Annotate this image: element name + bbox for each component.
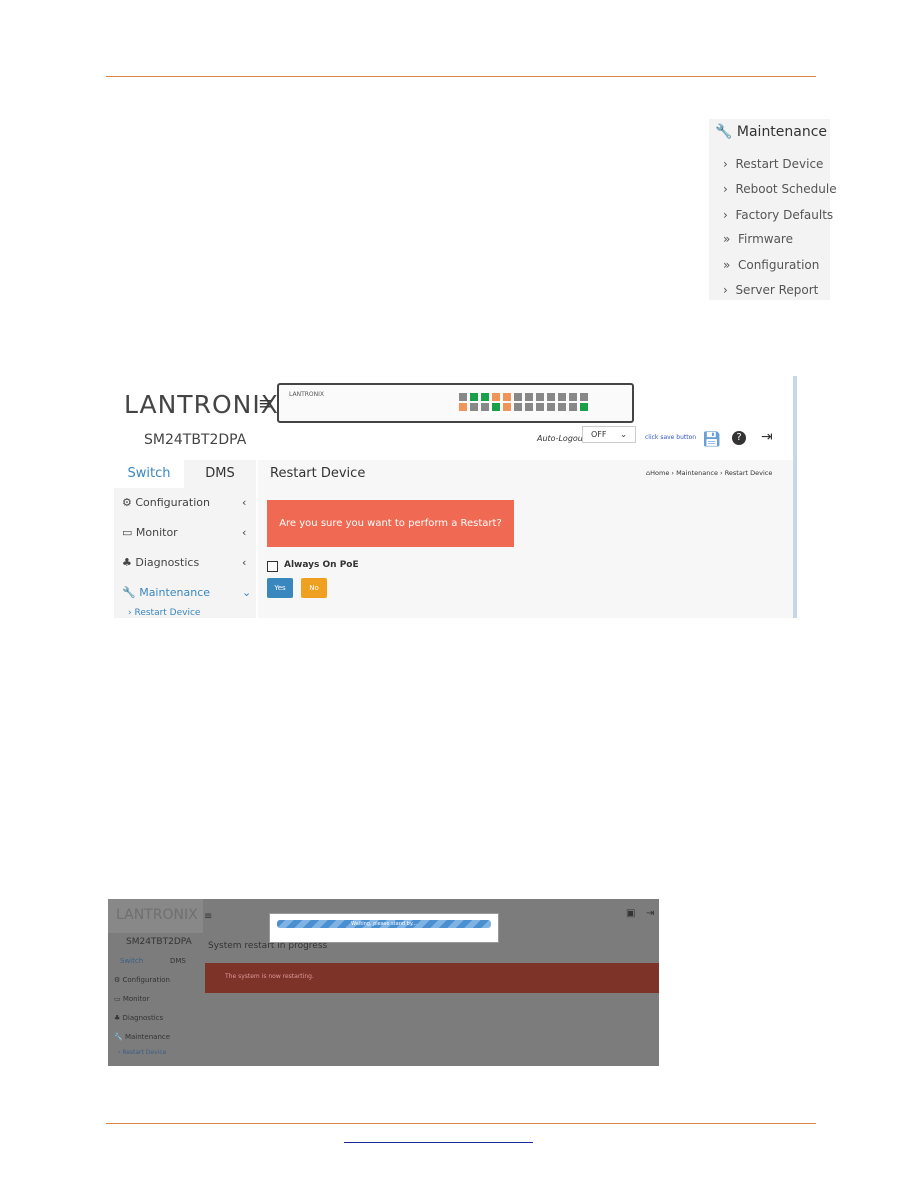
port-led: [536, 393, 544, 401]
port-led: [558, 393, 566, 401]
menu-item[interactable]: › Restart Device: [723, 157, 823, 171]
menu-item[interactable]: › Factory Defaults: [723, 208, 833, 222]
save-icon[interactable]: ▣: [626, 908, 635, 919]
always-on-poe-label: Always On PoE: [284, 560, 359, 570]
menu-title: Maintenance: [736, 124, 828, 140]
breadcrumb: ⌂Home › Maintenance › Restart Device: [646, 469, 773, 477]
nav-configuration[interactable]: ⚙ Configuration: [114, 976, 170, 984]
port-led: [569, 393, 577, 401]
nav-monitor[interactable]: ▭ Monitor: [114, 995, 149, 1003]
menu-item[interactable]: » Firmware: [723, 232, 793, 246]
hamburger-icon[interactable]: ≡: [204, 911, 212, 922]
lantronix-logo: LANTRONIX: [124, 390, 279, 419]
logout-icon[interactable]: ⇥: [761, 429, 773, 445]
progress-dialog: Waiting, please stand by...: [269, 913, 499, 943]
tab-switch[interactable]: Switch: [114, 460, 184, 488]
port-led: [492, 403, 500, 411]
port-led: [470, 403, 478, 411]
port-led: [481, 403, 489, 411]
hamburger-icon[interactable]: ≡: [258, 394, 272, 414]
confirm-alert: Are you sure you want to perform a Resta…: [267, 500, 514, 547]
auto-logout-label: Auto-Logout: [537, 434, 586, 443]
port-led: [569, 403, 577, 411]
help-icon[interactable]: ?: [732, 431, 746, 445]
menu-item[interactable]: › Reboot Schedule: [723, 182, 837, 196]
yes-button[interactable]: Yes: [267, 578, 293, 598]
port-led: [558, 403, 566, 411]
progress-bar: Waiting, please stand by...: [277, 920, 491, 928]
nav-restart-device[interactable]: › Restart Device: [128, 608, 258, 618]
port-led: [459, 393, 467, 401]
port-led: [492, 393, 500, 401]
auto-logout-select[interactable]: OFF ⌄: [582, 426, 636, 443]
no-button[interactable]: No: [301, 578, 327, 598]
nav-configuration[interactable]: ⚙ Configuration ‹: [122, 496, 252, 509]
header-rule: [106, 76, 816, 77]
save-icon[interactable]: 💾︎: [702, 430, 721, 448]
nav-restart-device[interactable]: › Restart Device: [118, 1049, 166, 1056]
tab-switch[interactable]: Switch: [120, 957, 143, 965]
port-led: [525, 393, 533, 401]
save-hint: click save button: [645, 434, 697, 441]
port-led: [580, 393, 588, 401]
port-led: [459, 403, 467, 411]
panel-logo: LANTRONIX: [289, 391, 324, 398]
port-led: [580, 403, 588, 411]
nav-diagnostics[interactable]: ♣ Diagnostics ‹: [122, 556, 252, 569]
port-led: [514, 403, 522, 411]
restart-alert: The system is now restarting.: [205, 963, 659, 993]
model-name: SM24TBT2DPA: [126, 937, 192, 947]
nav-maintenance[interactable]: 🔧 Maintenance ⌄: [122, 586, 252, 599]
lantronix-logo: LANTRONIX: [108, 899, 203, 933]
port-grid: [459, 393, 589, 411]
wrench-icon: 🔧: [715, 124, 733, 140]
port-led: [503, 403, 511, 411]
menu-item[interactable]: » Configuration: [723, 258, 819, 272]
maintenance-menu-screenshot: 🔧 Maintenance › Restart Device › Reboot …: [709, 119, 837, 300]
menu-item[interactable]: › Server Report: [723, 283, 818, 297]
restart-device-screenshot: LANTRONIX ≡ LANTRONIX SM24TBT2DPA Auto-L…: [114, 376, 797, 618]
nav-diagnostics[interactable]: ♣ Diagnostics: [114, 1014, 163, 1022]
restart-progress-screenshot: LANTRONIX ≡ ▣ ⇥ SM24TBT2DPA Switch DMS ⚙…: [108, 899, 659, 1066]
port-led: [547, 403, 555, 411]
footer-link-underline[interactable]: [344, 1142, 533, 1143]
port-led: [470, 393, 478, 401]
port-led: [503, 393, 511, 401]
model-name: SM24TBT2DPA: [144, 432, 247, 448]
port-led: [514, 393, 522, 401]
page-title: Restart Device: [270, 466, 366, 481]
port-led: [525, 403, 533, 411]
port-led: [547, 393, 555, 401]
tab-dms[interactable]: DMS: [170, 957, 186, 965]
switch-panel: LANTRONIX: [277, 383, 634, 423]
logout-icon[interactable]: ⇥: [646, 908, 654, 919]
footer-rule: [106, 1123, 816, 1124]
port-led: [536, 403, 544, 411]
nav-maintenance[interactable]: 🔧 Maintenance: [114, 1033, 170, 1041]
always-on-poe-checkbox[interactable]: [267, 561, 278, 572]
port-led: [481, 393, 489, 401]
nav-monitor[interactable]: ▭ Monitor ‹: [122, 526, 252, 539]
tab-dms[interactable]: DMS: [184, 460, 256, 488]
